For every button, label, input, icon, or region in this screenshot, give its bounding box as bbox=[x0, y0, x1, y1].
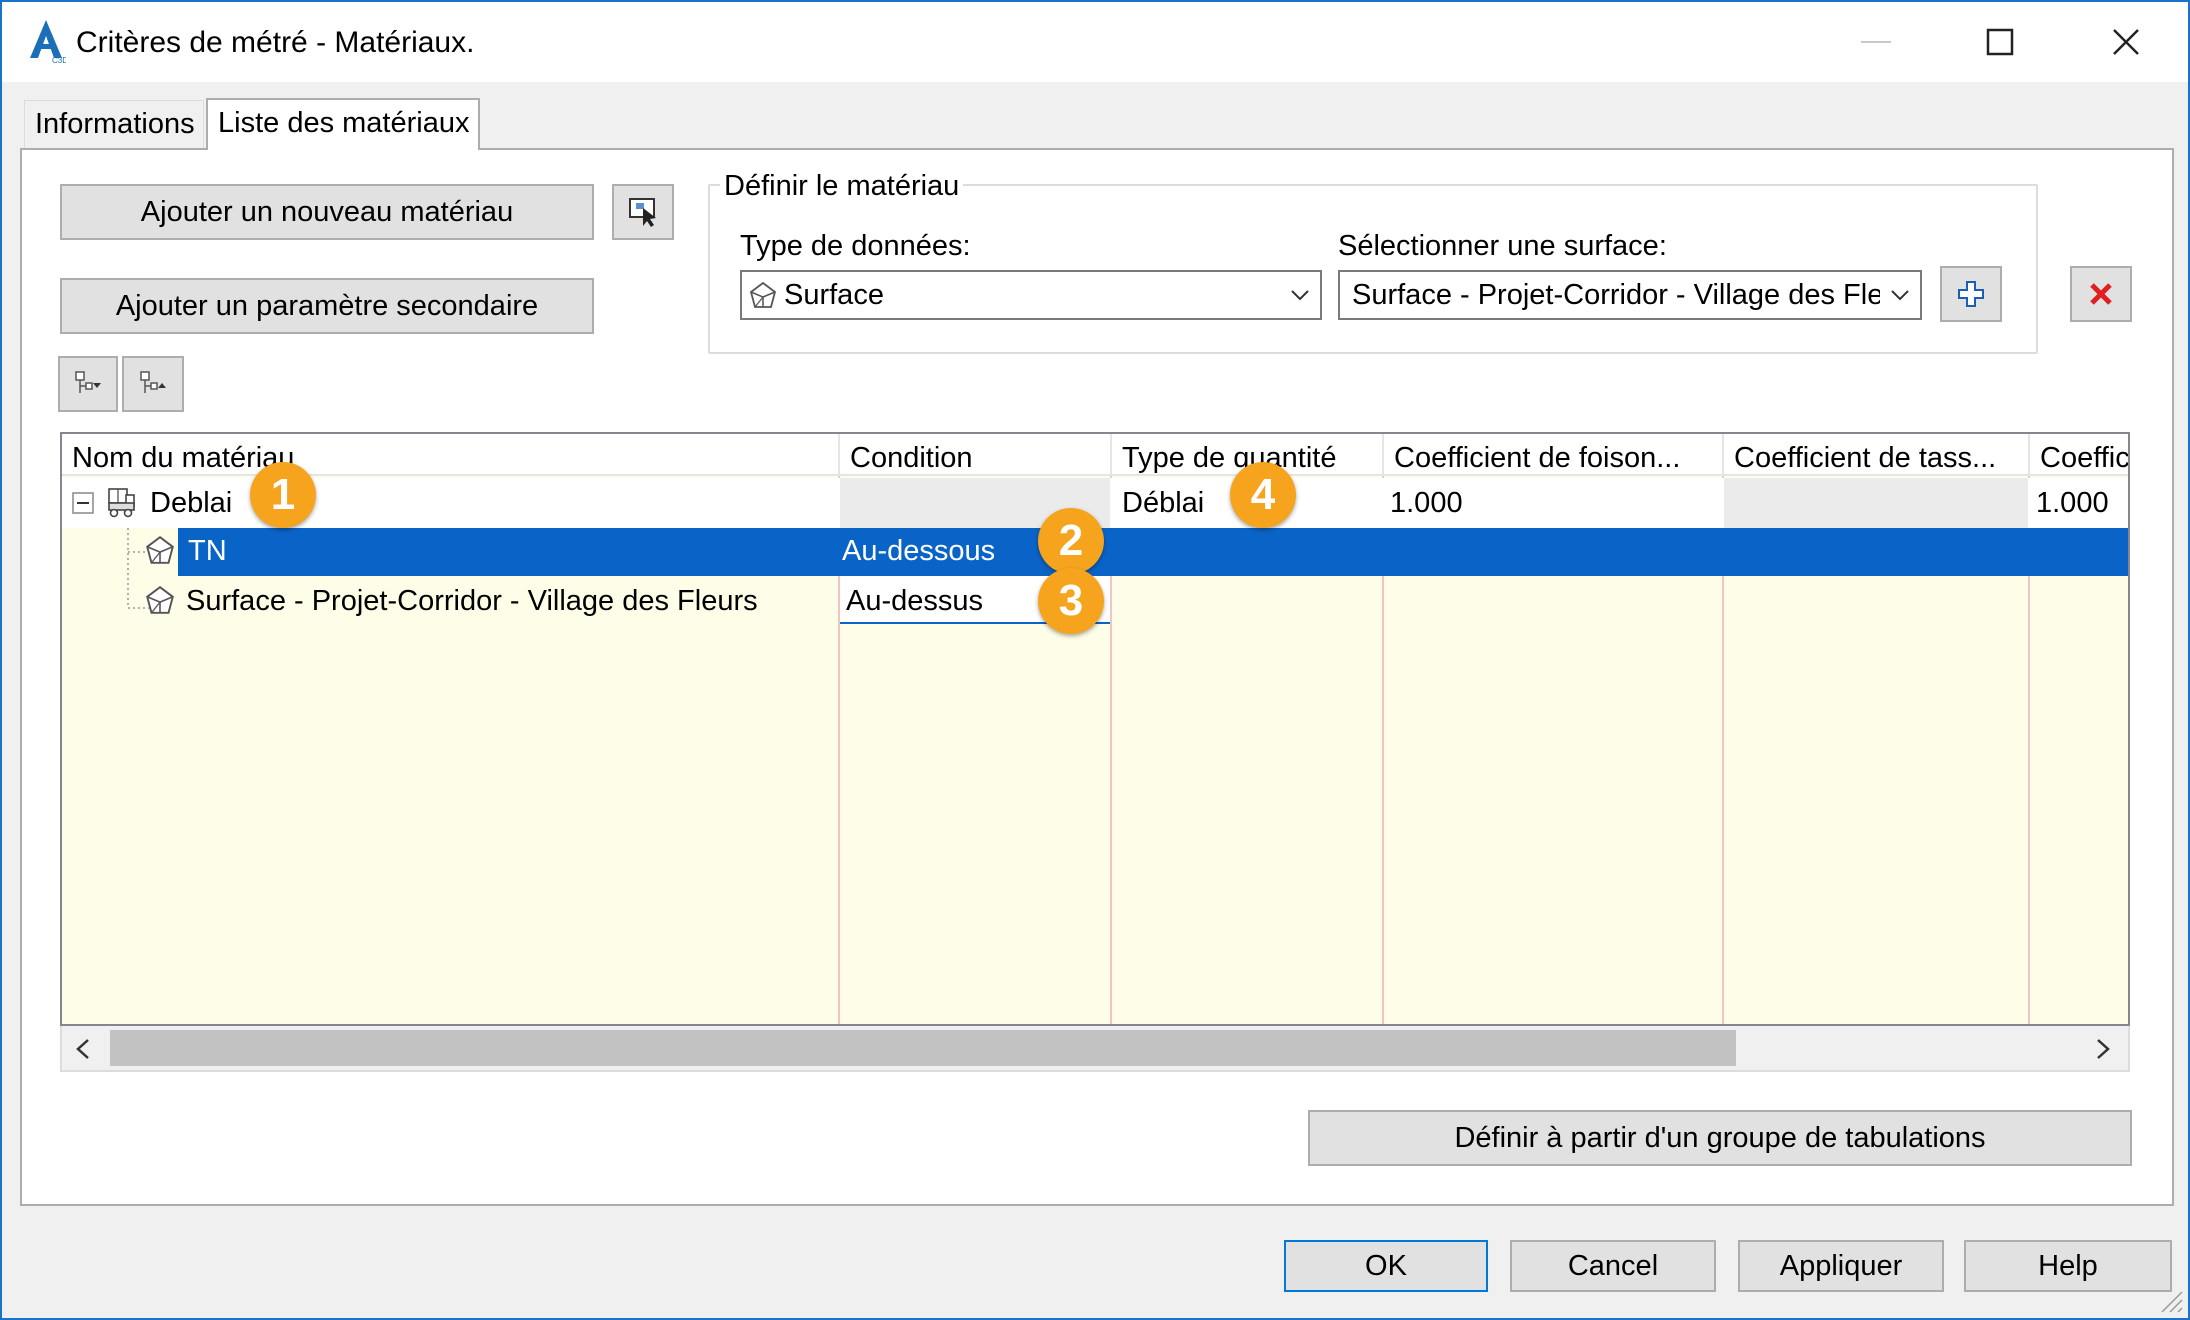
surface-icon bbox=[749, 281, 777, 308]
tree-collapse-button[interactable] bbox=[122, 356, 184, 412]
material-name: Deblai bbox=[150, 487, 233, 519]
callout-badge-3: 3 bbox=[1038, 568, 1104, 634]
window-title: Critères de métré - Matériaux. bbox=[76, 26, 475, 59]
surface-label: Sélectionner une surface: bbox=[1338, 230, 1667, 262]
ok-button[interactable]: OK bbox=[1284, 1240, 1488, 1292]
chevron-down-icon bbox=[1880, 289, 1920, 301]
close-button[interactable] bbox=[2062, 2, 2190, 82]
callout-badge-4: 4 bbox=[1230, 462, 1296, 528]
column-header-nom-du-materiau[interactable]: Nom du matériau bbox=[62, 434, 838, 476]
callout-badge-2: 2 bbox=[1038, 508, 1104, 574]
surface-value: Surface - Projet-Corridor - Village des … bbox=[1352, 278, 1880, 311]
tree-collapse-icon bbox=[140, 371, 166, 393]
scroll-left-icon[interactable] bbox=[74, 1038, 94, 1060]
scrollbar-thumb[interactable] bbox=[110, 1030, 1736, 1066]
tab-liste-des-materiaux[interactable]: Liste des matériaux bbox=[206, 98, 480, 150]
horizontal-scrollbar[interactable] bbox=[60, 1026, 2130, 1072]
add-material-button[interactable]: Ajouter un nouveau matériau bbox=[60, 184, 594, 240]
coef-tassement-cell[interactable] bbox=[1724, 478, 2028, 528]
chevron-down-icon bbox=[1280, 289, 1320, 301]
autocad-civil3d-icon: C3D bbox=[30, 20, 66, 64]
condition-value: Au-dessus bbox=[846, 585, 984, 617]
delete-x-icon bbox=[2090, 283, 2112, 305]
table-row-tn[interactable]: TN Au-dessous bbox=[178, 528, 2128, 576]
tab-informations[interactable]: Informations bbox=[24, 100, 204, 148]
pick-from-drawing-button[interactable] bbox=[612, 184, 674, 240]
tree-expand-button[interactable] bbox=[58, 356, 118, 412]
help-button[interactable]: Help bbox=[1964, 1240, 2172, 1292]
add-plus-icon bbox=[1958, 281, 1984, 307]
minimize-icon bbox=[1861, 41, 1891, 43]
tree-collapse-toggle-icon[interactable] bbox=[72, 492, 94, 514]
grid-header: Nom du matériau Condition Type de quanti… bbox=[62, 434, 2128, 476]
dialog-window: C3D Critères de métré - Matériaux. Infor… bbox=[0, 0, 2190, 1320]
material-name: TN bbox=[188, 535, 227, 567]
surface-icon bbox=[146, 586, 174, 614]
define-material-legend: Définir le matériau bbox=[720, 168, 964, 204]
column-header-coefficient[interactable]: Coeffic bbox=[2030, 434, 2128, 476]
tree-expand-icon bbox=[75, 371, 101, 393]
add-secondary-parameter-button[interactable]: Ajouter un paramètre secondaire bbox=[60, 278, 594, 334]
minimize-button[interactable] bbox=[1812, 2, 1940, 82]
cancel-button[interactable]: Cancel bbox=[1510, 1240, 1716, 1292]
data-type-value: Surface bbox=[784, 278, 884, 311]
coefficient-cell[interactable]: 1.000 bbox=[2030, 480, 2109, 526]
resize-grip-icon[interactable] bbox=[2154, 1284, 2184, 1314]
surface-icon bbox=[146, 536, 174, 564]
define-material-group bbox=[708, 184, 2038, 354]
delete-material-button[interactable] bbox=[2070, 266, 2132, 322]
title-bar[interactable]: C3D Critères de métré - Matériaux. bbox=[2, 2, 2188, 82]
coef-foisonnement-cell[interactable]: 1.000 bbox=[1390, 480, 1463, 526]
maximize-button[interactable] bbox=[1936, 2, 2064, 82]
material-name: Surface - Projet-Corridor - Village des … bbox=[186, 585, 758, 617]
condition-cell[interactable]: Au-dessous bbox=[842, 528, 995, 574]
apply-button[interactable]: Appliquer bbox=[1738, 1240, 1944, 1292]
data-type-label: Type de données: bbox=[740, 230, 971, 262]
quantity-type-cell[interactable]: Déblai bbox=[1122, 480, 1204, 526]
close-icon bbox=[2113, 29, 2139, 55]
callout-badge-1: 1 bbox=[250, 462, 316, 528]
data-type-select[interactable]: Surface bbox=[740, 270, 1322, 320]
add-surface-button[interactable] bbox=[1940, 266, 2002, 322]
column-header-coefficient-de-foisonnement[interactable]: Coefficient de foison... bbox=[1384, 434, 1722, 476]
material-icon bbox=[108, 488, 135, 518]
define-from-tab-group-button[interactable]: Définir à partir d'un groupe de tabulati… bbox=[1308, 1110, 2132, 1166]
pick-from-drawing-icon bbox=[629, 198, 656, 227]
surface-select[interactable]: Surface - Projet-Corridor - Village des … bbox=[1338, 270, 1922, 320]
maximize-icon bbox=[1986, 28, 2014, 56]
column-header-coefficient-de-tassement[interactable]: Coefficient de tass... bbox=[1724, 434, 2028, 476]
column-header-condition[interactable]: Condition bbox=[840, 434, 1110, 476]
svg-text:C3D: C3D bbox=[52, 56, 66, 64]
scroll-right-icon[interactable] bbox=[2094, 1038, 2114, 1060]
